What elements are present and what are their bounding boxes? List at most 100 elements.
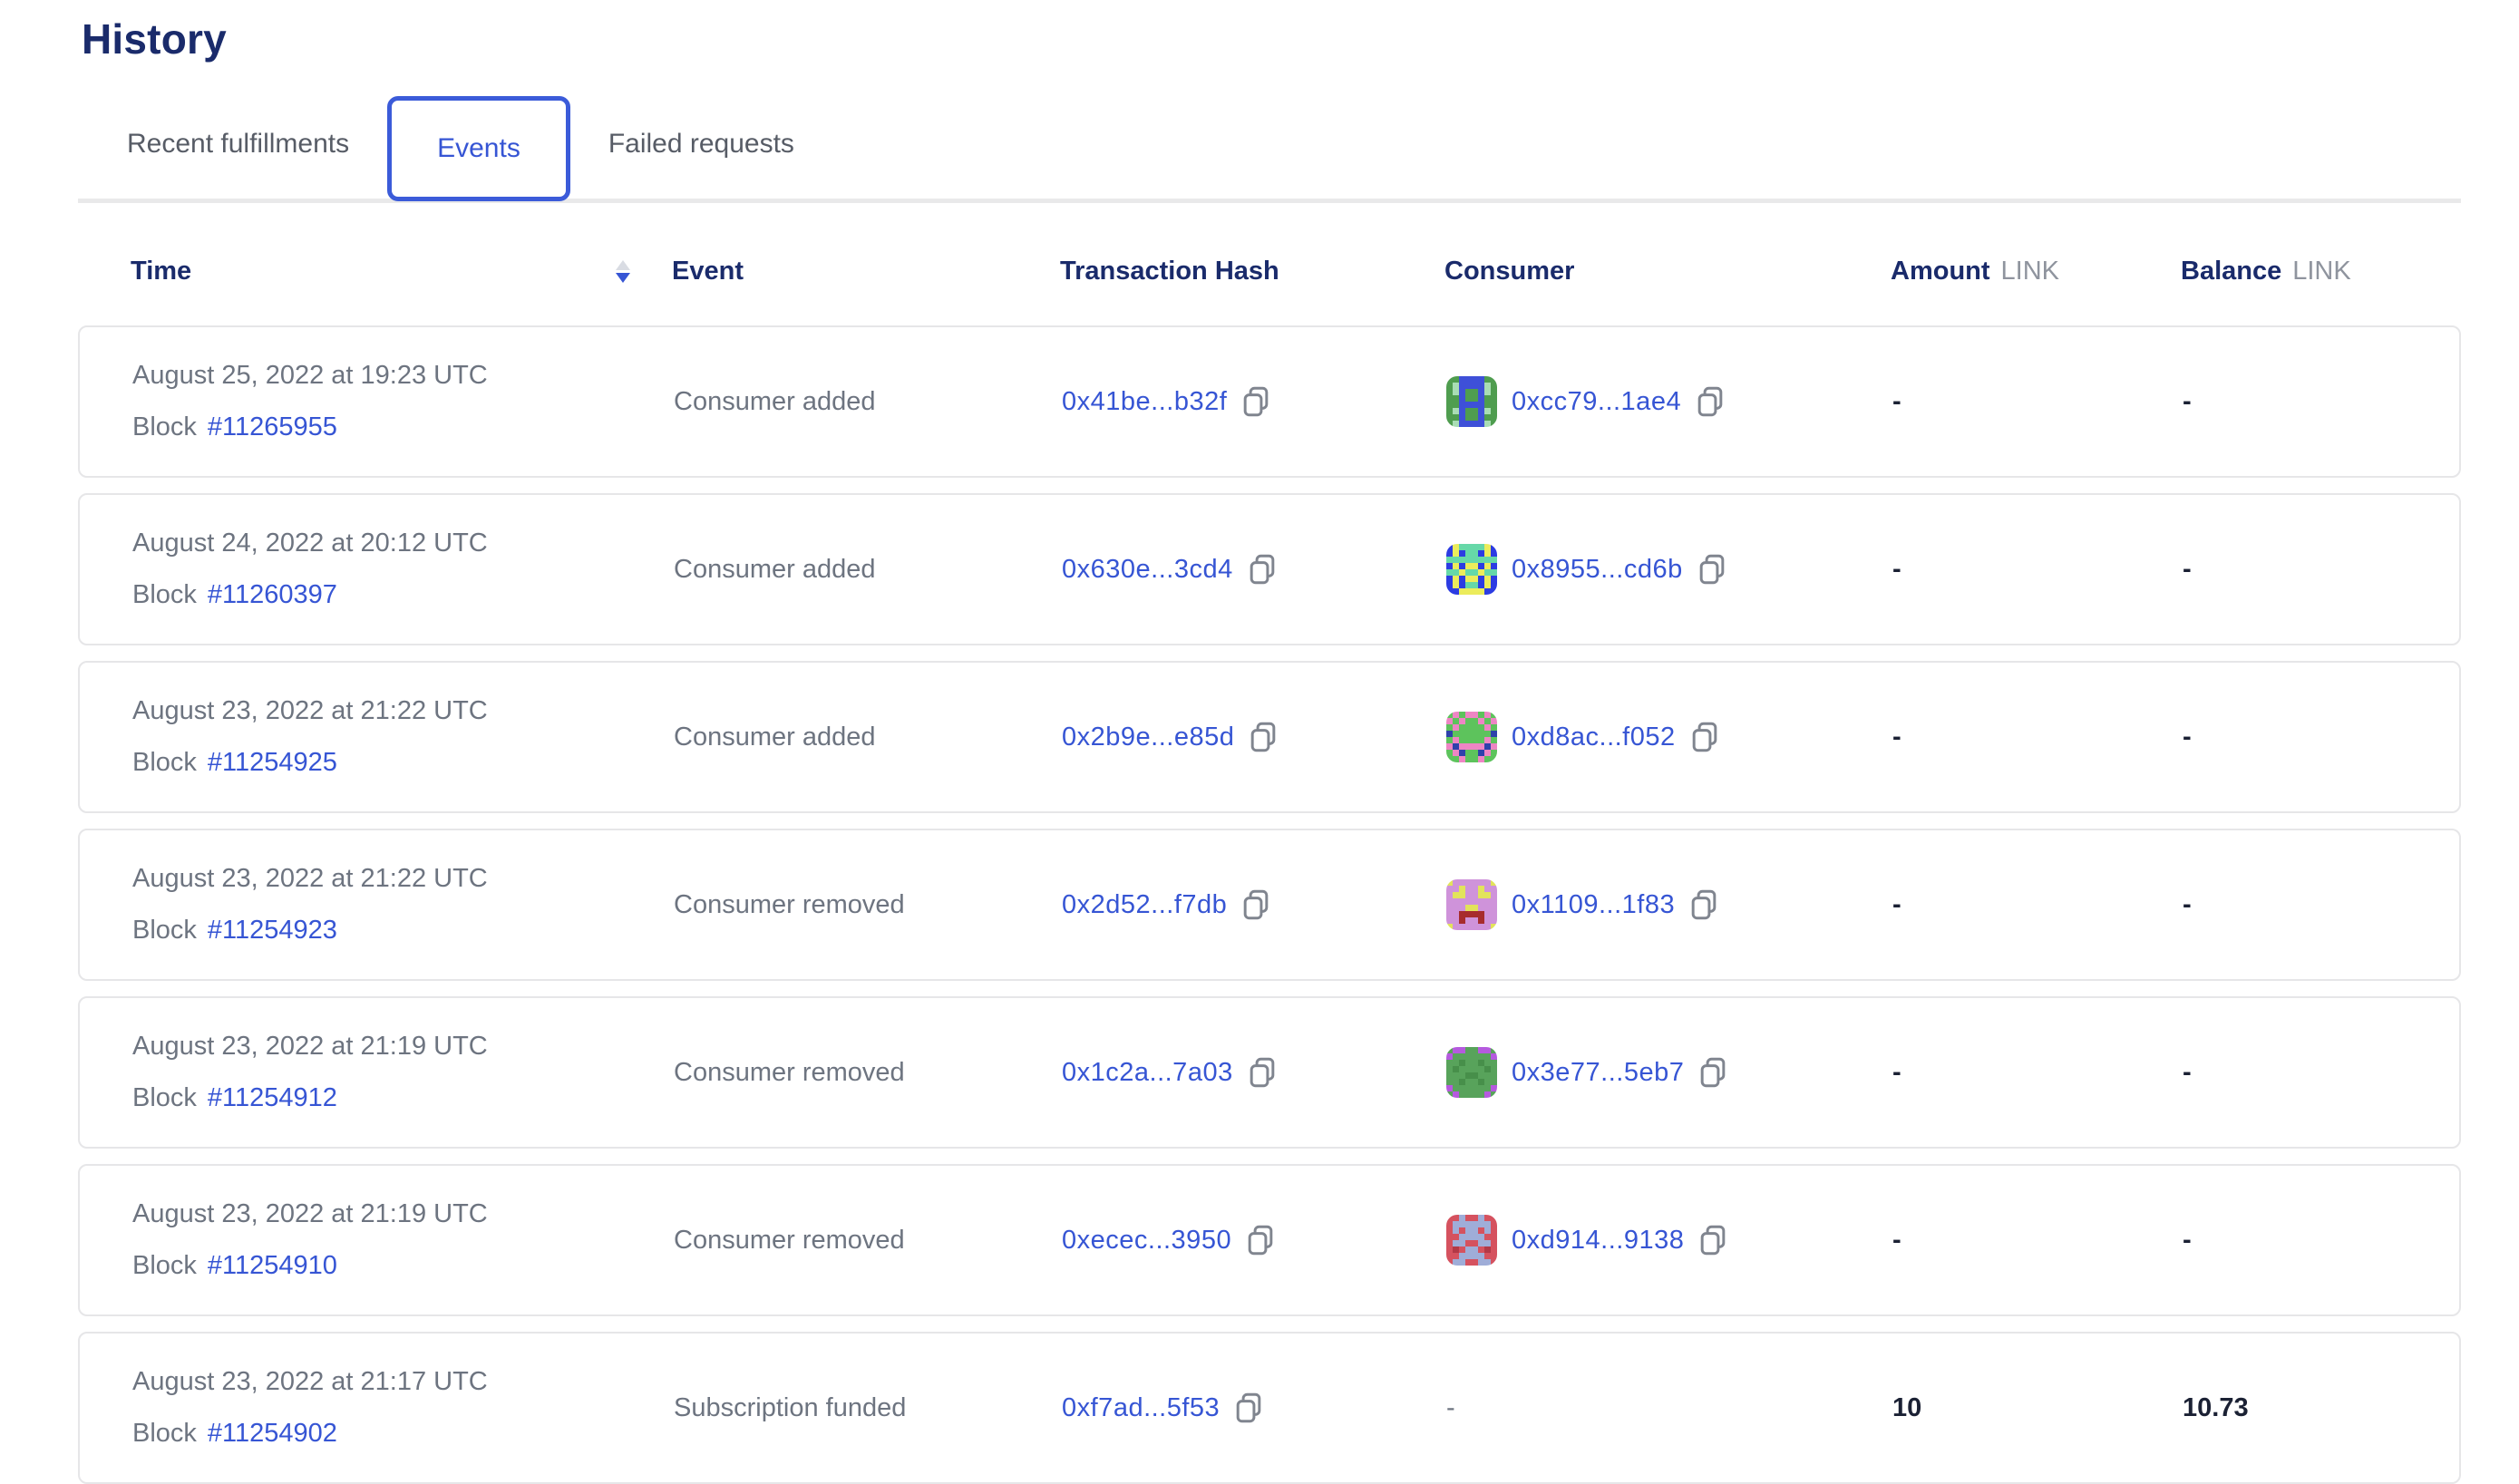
column-header-transaction-hash: Transaction Hash <box>1060 257 1444 286</box>
consumer-address-link[interactable]: - <box>1446 1393 1455 1423</box>
event-timestamp: August 23, 2022 at 21:22 UTC <box>132 696 674 726</box>
balance-unit-label: LINK <box>2292 257 2350 286</box>
transaction-hash-cell: 0x2d52...f7db <box>1062 889 1446 920</box>
copy-icon <box>1698 1225 1727 1256</box>
balance-value: - <box>2183 1058 2459 1088</box>
copy-consumer-address-button[interactable] <box>1696 386 1725 417</box>
transaction-hash-link[interactable]: 0x2b9e...e85d <box>1062 723 1234 752</box>
block-number-link[interactable]: #11254902 <box>208 1419 337 1449</box>
consumer-address-link[interactable]: 0xd8ac...f052 <box>1512 723 1676 752</box>
event-type: Consumer added <box>674 387 1062 417</box>
block-number-link[interactable]: #11265955 <box>208 412 337 442</box>
block-line: Block #11260397 <box>132 580 674 610</box>
tab-events[interactable]: Events <box>387 96 570 201</box>
consumer-cell: - <box>1446 1393 1892 1423</box>
time-cell: August 25, 2022 at 19:23 UTC Block #1126… <box>132 361 674 442</box>
block-number-link[interactable]: #11260397 <box>208 580 337 610</box>
copy-transaction-hash-button[interactable] <box>1248 554 1277 585</box>
table-row: August 23, 2022 at 21:19 UTC Block #1125… <box>78 1164 2461 1316</box>
balance-value: - <box>2183 723 2459 752</box>
event-type: Consumer added <box>674 555 1062 585</box>
balance-value: - <box>2183 1226 2459 1256</box>
amount-value: - <box>1892 1226 2183 1256</box>
event-timestamp: August 25, 2022 at 19:23 UTC <box>132 361 674 391</box>
column-header-consumer: Consumer <box>1444 257 1891 286</box>
copy-transaction-hash-button[interactable] <box>1249 722 1278 752</box>
transaction-hash-link[interactable]: 0x41be...b32f <box>1062 387 1227 417</box>
block-label: Block <box>132 580 197 610</box>
tab-recent-fulfillments[interactable]: Recent fulfillments <box>100 89 376 199</box>
copy-transaction-hash-button[interactable] <box>1246 1225 1275 1256</box>
amount-unit-label: LINK <box>2001 257 2059 286</box>
copy-consumer-address-button[interactable] <box>1698 1057 1727 1088</box>
consumer-address-link[interactable]: 0xcc79...1ae4 <box>1512 387 1681 417</box>
balance-value: - <box>2183 387 2459 417</box>
page-title: History <box>82 15 2519 63</box>
transaction-hash-cell: 0x1c2a...7a03 <box>1062 1057 1446 1088</box>
block-number-link[interactable]: #11254923 <box>208 916 337 946</box>
copy-transaction-hash-button[interactable] <box>1241 386 1270 417</box>
time-cell: August 23, 2022 at 21:22 UTC Block #1125… <box>132 696 674 778</box>
time-cell: August 23, 2022 at 21:19 UTC Block #1125… <box>132 1032 674 1113</box>
transaction-hash-link[interactable]: 0x630e...3cd4 <box>1062 555 1233 585</box>
consumer-cell: 0x1109...1f83 <box>1446 879 1892 930</box>
column-header-amount: Amount LINK <box>1891 257 2181 286</box>
copy-icon <box>1249 722 1278 752</box>
block-line: Block #11254910 <box>132 1251 674 1281</box>
consumer-avatar <box>1446 879 1497 930</box>
consumer-address-link[interactable]: 0xd914...9138 <box>1512 1226 1684 1256</box>
transaction-hash-link[interactable]: 0xf7ad...5f53 <box>1062 1393 1220 1423</box>
event-timestamp: August 23, 2022 at 21:19 UTC <box>132 1032 674 1062</box>
copy-icon <box>1696 386 1725 417</box>
balance-value: 10.73 <box>2183 1393 2459 1423</box>
block-number-link[interactable]: #11254912 <box>208 1083 337 1113</box>
block-number-link[interactable]: #11254925 <box>208 748 337 778</box>
column-header-balance: Balance LINK <box>2181 257 2461 286</box>
block-label: Block <box>132 1083 197 1113</box>
consumer-address-link[interactable]: 0x1109...1f83 <box>1512 890 1675 920</box>
block-label: Block <box>132 412 197 442</box>
event-type: Consumer removed <box>674 890 1062 920</box>
transaction-hash-link[interactable]: 0x1c2a...7a03 <box>1062 1058 1233 1088</box>
sort-down-triangle-icon <box>616 273 630 283</box>
amount-value: - <box>1892 555 2183 585</box>
block-line: Block #11254925 <box>132 748 674 778</box>
copy-icon <box>1248 554 1277 585</box>
copy-icon <box>1698 1057 1727 1088</box>
transaction-hash-link[interactable]: 0xecec...3950 <box>1062 1226 1231 1256</box>
copy-consumer-address-button[interactable] <box>1689 889 1718 920</box>
transaction-hash-cell: 0xf7ad...5f53 <box>1062 1392 1446 1423</box>
consumer-address-link[interactable]: 0x3e77...5eb7 <box>1512 1058 1684 1088</box>
consumer-cell: 0xd8ac...f052 <box>1446 712 1892 762</box>
tab-failed-requests[interactable]: Failed requests <box>581 89 822 199</box>
block-label: Block <box>132 1419 197 1449</box>
transaction-hash-cell: 0x630e...3cd4 <box>1062 554 1446 585</box>
copy-icon <box>1697 554 1726 585</box>
copy-transaction-hash-button[interactable] <box>1248 1057 1277 1088</box>
copy-transaction-hash-button[interactable] <box>1234 1392 1263 1423</box>
sort-descending-icon[interactable] <box>616 260 630 283</box>
transaction-hash-cell: 0xecec...3950 <box>1062 1225 1446 1256</box>
table-body: August 25, 2022 at 19:23 UTC Block #1126… <box>78 325 2461 1484</box>
table-row: August 24, 2022 at 20:12 UTC Block #1126… <box>78 493 2461 645</box>
column-header-time[interactable]: Time <box>131 257 672 286</box>
amount-value: - <box>1892 387 2183 417</box>
copy-consumer-address-button[interactable] <box>1698 1225 1727 1256</box>
event-timestamp: August 23, 2022 at 21:22 UTC <box>132 864 674 894</box>
copy-consumer-address-button[interactable] <box>1697 554 1726 585</box>
block-line: Block #11265955 <box>132 412 674 442</box>
amount-value: - <box>1892 890 2183 920</box>
transaction-hash-cell: 0x41be...b32f <box>1062 386 1446 417</box>
column-header-event: Event <box>672 257 1060 286</box>
consumer-address-link[interactable]: 0x8955...cd6b <box>1512 555 1683 585</box>
copy-consumer-address-button[interactable] <box>1690 722 1719 752</box>
consumer-avatar <box>1446 1215 1497 1266</box>
column-header-amount-label: Amount <box>1891 257 1990 286</box>
table-row: August 23, 2022 at 21:17 UTC Block #1125… <box>78 1332 2461 1484</box>
block-number-link[interactable]: #11254910 <box>208 1251 337 1281</box>
copy-transaction-hash-button[interactable] <box>1241 889 1270 920</box>
time-cell: August 23, 2022 at 21:22 UTC Block #1125… <box>132 864 674 946</box>
column-header-time-label: Time <box>131 257 191 286</box>
transaction-hash-cell: 0x2b9e...e85d <box>1062 722 1446 752</box>
transaction-hash-link[interactable]: 0x2d52...f7db <box>1062 890 1227 920</box>
